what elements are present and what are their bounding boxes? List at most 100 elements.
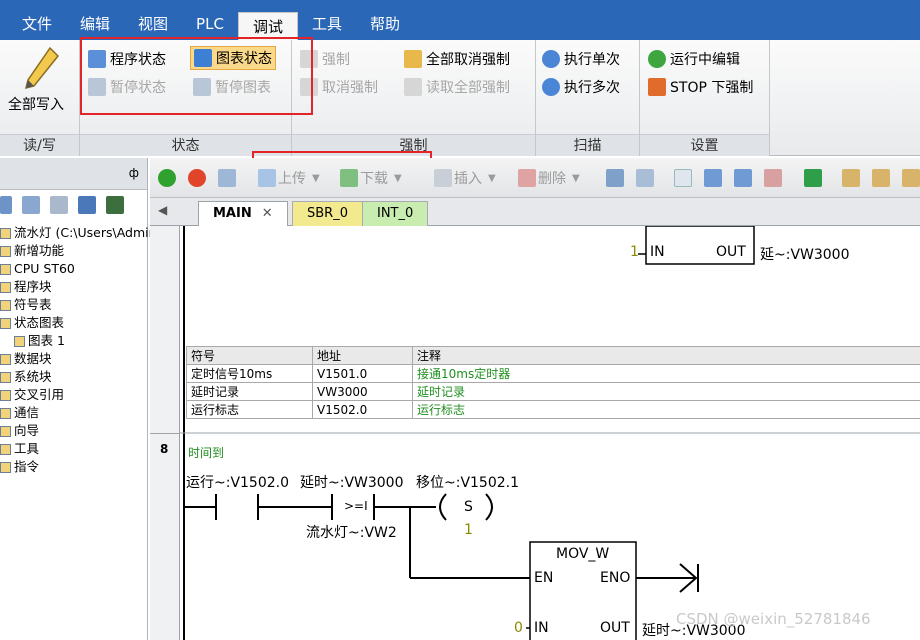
comment-cell: 延时记录 [412, 382, 920, 401]
mov-block-title[interactable]: MOV_W [556, 546, 609, 562]
tree-tool-icon[interactable] [0, 196, 12, 214]
tab-main-label: MAIN [213, 206, 252, 221]
write-all-button[interactable]: 全部写入 [8, 92, 64, 116]
pin-icon[interactable]: ф [129, 166, 139, 180]
tree-tool-icon[interactable] [78, 196, 96, 214]
menu-edit[interactable]: 编辑 [66, 10, 124, 38]
chart-status-button[interactable]: 图表状态 [190, 46, 276, 70]
upload-button[interactable]: 上传 ▼ [258, 167, 320, 189]
tree-item[interactable]: 交叉引用 [0, 386, 148, 404]
tree-tool-icon[interactable] [22, 196, 40, 214]
chart-status-label: 图表状态 [216, 51, 272, 67]
coil-operand[interactable]: 移位~:V1502.1 [416, 472, 519, 492]
tree-item[interactable]: 工具 [0, 440, 148, 458]
tree-item[interactable]: 指令 [0, 458, 148, 476]
tree-item[interactable]: 通信 [0, 404, 148, 422]
compare-operator[interactable]: >=I [344, 499, 368, 513]
tree-item[interactable]: 图表 1 [0, 332, 148, 350]
lock-icon[interactable] [842, 169, 860, 187]
tree-item-label: 新增功能 [14, 243, 65, 258]
stop-force-button[interactable]: STOP 下强制 [648, 75, 753, 99]
mov-in-value[interactable]: 0 [514, 620, 523, 636]
tree-item[interactable]: 新增功能 [0, 242, 148, 260]
stop-icon[interactable] [188, 169, 206, 187]
tree-tool-icon[interactable] [106, 196, 124, 214]
download-label: 下载 [360, 171, 388, 187]
menu-plc[interactable]: PLC [182, 10, 238, 38]
pou-tabs: ◀ MAIN ✕ SBR_0 INT_0 [150, 198, 920, 226]
unlock-icon[interactable] [872, 169, 890, 187]
unforce-all-label: 全部取消强制 [426, 52, 510, 68]
lock-all-icon[interactable] [902, 169, 920, 187]
tree-node-icon [0, 227, 11, 239]
goto-icon[interactable] [804, 169, 822, 187]
force-label: 强制 [322, 52, 350, 68]
tree-toolbar [0, 196, 148, 218]
top-block-out-pin: OUT [716, 244, 746, 260]
bookmark-icon[interactable] [674, 169, 692, 187]
tree-item[interactable]: 程序块 [0, 278, 148, 296]
remove-bookmark-icon[interactable] [764, 169, 782, 187]
tree-item[interactable]: 流水灯 (C:\Users\Administr [0, 224, 177, 242]
close-icon[interactable]: ✕ [262, 206, 273, 221]
group-label-status: 状态 [80, 134, 291, 156]
force-button[interactable]: 强制 [300, 47, 350, 71]
scroll-left-icon[interactable]: ◀ [158, 203, 167, 217]
prev-bookmark-icon[interactable] [704, 169, 722, 187]
next-bookmark-icon[interactable] [734, 169, 752, 187]
compare-operand[interactable]: 流水灯~:VW2 [306, 522, 397, 542]
tree-item[interactable]: 符号表 [0, 296, 148, 314]
contact1-operand[interactable]: 运行~:V1502.0 [186, 472, 289, 492]
read-forced-icon [404, 78, 422, 96]
address-cell: VW3000 [312, 382, 413, 401]
run-single-button[interactable]: 执行单次 [542, 47, 620, 71]
read-all-forced-button[interactable]: 读取全部强制 [404, 75, 510, 99]
read-all-forced-label: 读取全部强制 [426, 80, 510, 96]
compile-icon[interactable] [218, 169, 236, 187]
write-all-label: 全部写入 [8, 97, 64, 113]
tab-sbr0[interactable]: SBR_0 [292, 201, 363, 226]
pause-status-button[interactable]: 暂停状态 [88, 75, 166, 99]
pause-chart-button[interactable]: 暂停图表 [193, 75, 271, 99]
title-bar [0, 0, 920, 8]
tree-item[interactable]: CPU ST60 [0, 260, 148, 278]
tree-tool-icon[interactable] [50, 196, 68, 214]
group-label-read-write: 读/写 [0, 134, 79, 156]
network-icon[interactable] [606, 169, 624, 187]
top-block-out-operand[interactable]: 延~:VW3000 [760, 244, 850, 264]
run-icon[interactable] [158, 169, 176, 187]
network-gutter: 8 [150, 226, 180, 640]
tab-main[interactable]: MAIN ✕ [198, 201, 288, 226]
network-icon[interactable] [636, 169, 654, 187]
tree-node-icon [0, 389, 11, 401]
download-icon [340, 169, 358, 187]
unforce-all-button[interactable]: 全部取消强制 [404, 47, 510, 71]
tree-item[interactable]: 数据块 [0, 350, 148, 368]
unforce-button[interactable]: 取消强制 [300, 75, 378, 99]
tab-int0[interactable]: INT_0 [362, 201, 429, 226]
coil-type[interactable]: S [464, 499, 473, 515]
download-button[interactable]: 下载 ▼ [340, 167, 402, 189]
menu-debug[interactable]: 调试 [237, 12, 298, 40]
address-cell: V1501.0 [312, 364, 413, 383]
mov-out-pin: OUT [600, 620, 630, 636]
tree-item[interactable]: 状态图表 [0, 314, 148, 332]
network-comment[interactable]: 时间到 [188, 444, 224, 461]
contact2-operand[interactable]: 延时~:VW3000 [300, 472, 404, 492]
menu-view[interactable]: 视图 [124, 10, 182, 38]
delete-icon [518, 169, 536, 187]
run-edit-button[interactable]: 运行中编辑 [648, 47, 740, 71]
mov-eno-pin: ENO [600, 570, 631, 586]
program-status-button[interactable]: 程序状态 [88, 47, 166, 71]
run-multiple-button[interactable]: 执行多次 [542, 75, 620, 99]
delete-button[interactable]: 删除 ▼ [518, 167, 580, 189]
menu-tools[interactable]: 工具 [298, 10, 356, 38]
menu-file[interactable]: 文件 [8, 10, 66, 38]
tree-item[interactable]: 向导 [0, 422, 148, 440]
insert-button[interactable]: 插入 ▼ [434, 167, 496, 189]
tree-item[interactable]: 系统块 [0, 368, 148, 386]
coil-count[interactable]: 1 [464, 522, 473, 538]
table-row: 运行标志 V1502.0 运行标志 [186, 400, 920, 419]
run-edit-label: 运行中编辑 [670, 52, 740, 68]
menu-help[interactable]: 帮助 [356, 10, 414, 38]
